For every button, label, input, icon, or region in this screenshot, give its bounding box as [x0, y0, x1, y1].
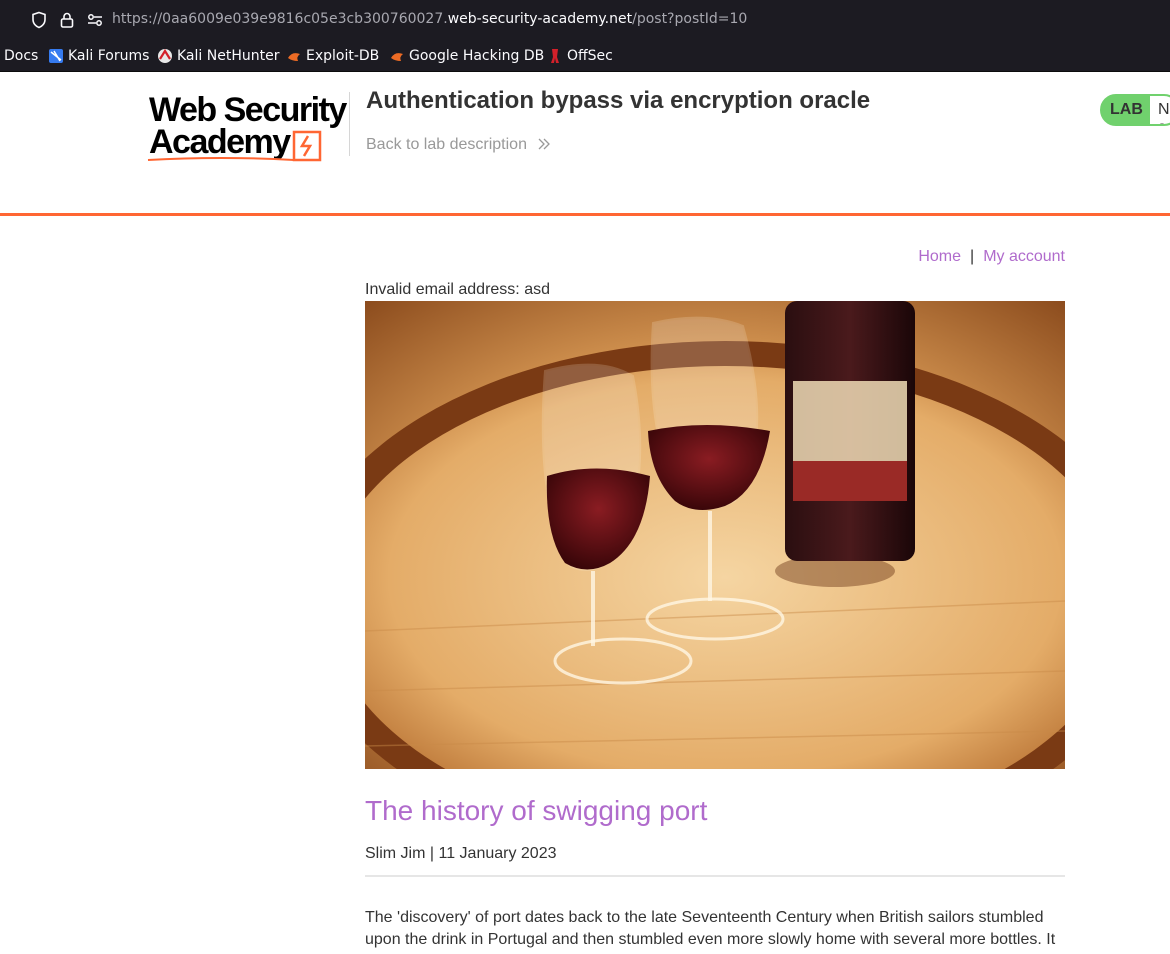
post-byline: Slim Jim | 11 January 2023 [365, 845, 557, 862]
bookmark-label: Google Hacking DB [409, 48, 545, 64]
bookmark-label: Kali Forums [68, 48, 150, 64]
bookmark-google-hacking-db[interactable]: Google Hacking DB [389, 47, 544, 65]
bookmark-label: Docs [4, 48, 39, 64]
ghdb-icon [391, 53, 403, 61]
lab-status-badge: LAB Not solved [1100, 94, 1170, 126]
url-field[interactable]: https://0aa6009e039e9816c05e3cb300760027… [112, 11, 747, 27]
exploit-db-icon [288, 53, 300, 61]
post-divider [365, 875, 1065, 877]
shield-icon[interactable] [30, 11, 48, 29]
offsec-icon [551, 49, 559, 63]
invalid-email-notice: Invalid email address: asd [365, 281, 550, 298]
nav-separator: | [970, 248, 975, 265]
lab-title: Authentication bypass via encryption ora… [366, 87, 871, 114]
nav-my-account-link[interactable]: My account [983, 248, 1065, 265]
kali-forums-icon [49, 49, 63, 63]
nav-home-link[interactable]: Home [918, 248, 961, 265]
bookmark-label: Exploit-DB [306, 48, 380, 64]
web-security-academy-logo[interactable]: Web Security Academy [146, 92, 347, 164]
logo-underline [147, 157, 295, 161]
lab-header: Web Security Academy Authentication bypa… [0, 72, 1170, 216]
double-chevron-right-icon [538, 138, 551, 150]
port-wine-photo [365, 301, 1065, 769]
permissions-icon[interactable] [86, 11, 104, 29]
bookmark-exploit-db[interactable]: Exploit-DB [286, 47, 379, 65]
bookmark-label: Kali NetHunter [177, 48, 280, 64]
lab-badge-label: LAB [1110, 101, 1143, 118]
lab-badge-status: Not solved [1150, 96, 1170, 124]
post-title: The history of swigging port [365, 795, 708, 826]
url-host: web-security-academy.net [447, 11, 633, 27]
logo-line2: Academy [149, 123, 291, 161]
nethunter-icon [158, 48, 172, 63]
back-link-label: Back to lab description [366, 136, 527, 153]
bookmark-kali-forums[interactable]: Kali Forums [48, 47, 149, 65]
bookmarks-bar: Docs Kali Forums Kali NetHunter Exploit-… [0, 40, 1170, 72]
url-path: /post?postId=10 [632, 11, 748, 27]
back-to-lab-description-link[interactable]: Back to lab description [366, 136, 551, 154]
top-nav: Home | My account [918, 248, 1065, 266]
bookmark-kali-nethunter[interactable]: Kali NetHunter [157, 47, 279, 65]
url-prefix: https://0aa6009e039e9816c05e3cb300760027… [112, 11, 448, 27]
lock-icon[interactable] [58, 11, 76, 29]
bookmark-docs[interactable]: Docs [4, 47, 38, 65]
bookmark-offsec[interactable]: OffSec [547, 47, 613, 65]
header-divider [349, 92, 350, 156]
post-image [365, 301, 1065, 769]
browser-toolbar: https://0aa6009e039e9816c05e3cb300760027… [0, 0, 1170, 40]
post-body: The 'discovery' of port dates back to th… [365, 909, 1056, 948]
bookmark-label: OffSec [567, 48, 613, 64]
